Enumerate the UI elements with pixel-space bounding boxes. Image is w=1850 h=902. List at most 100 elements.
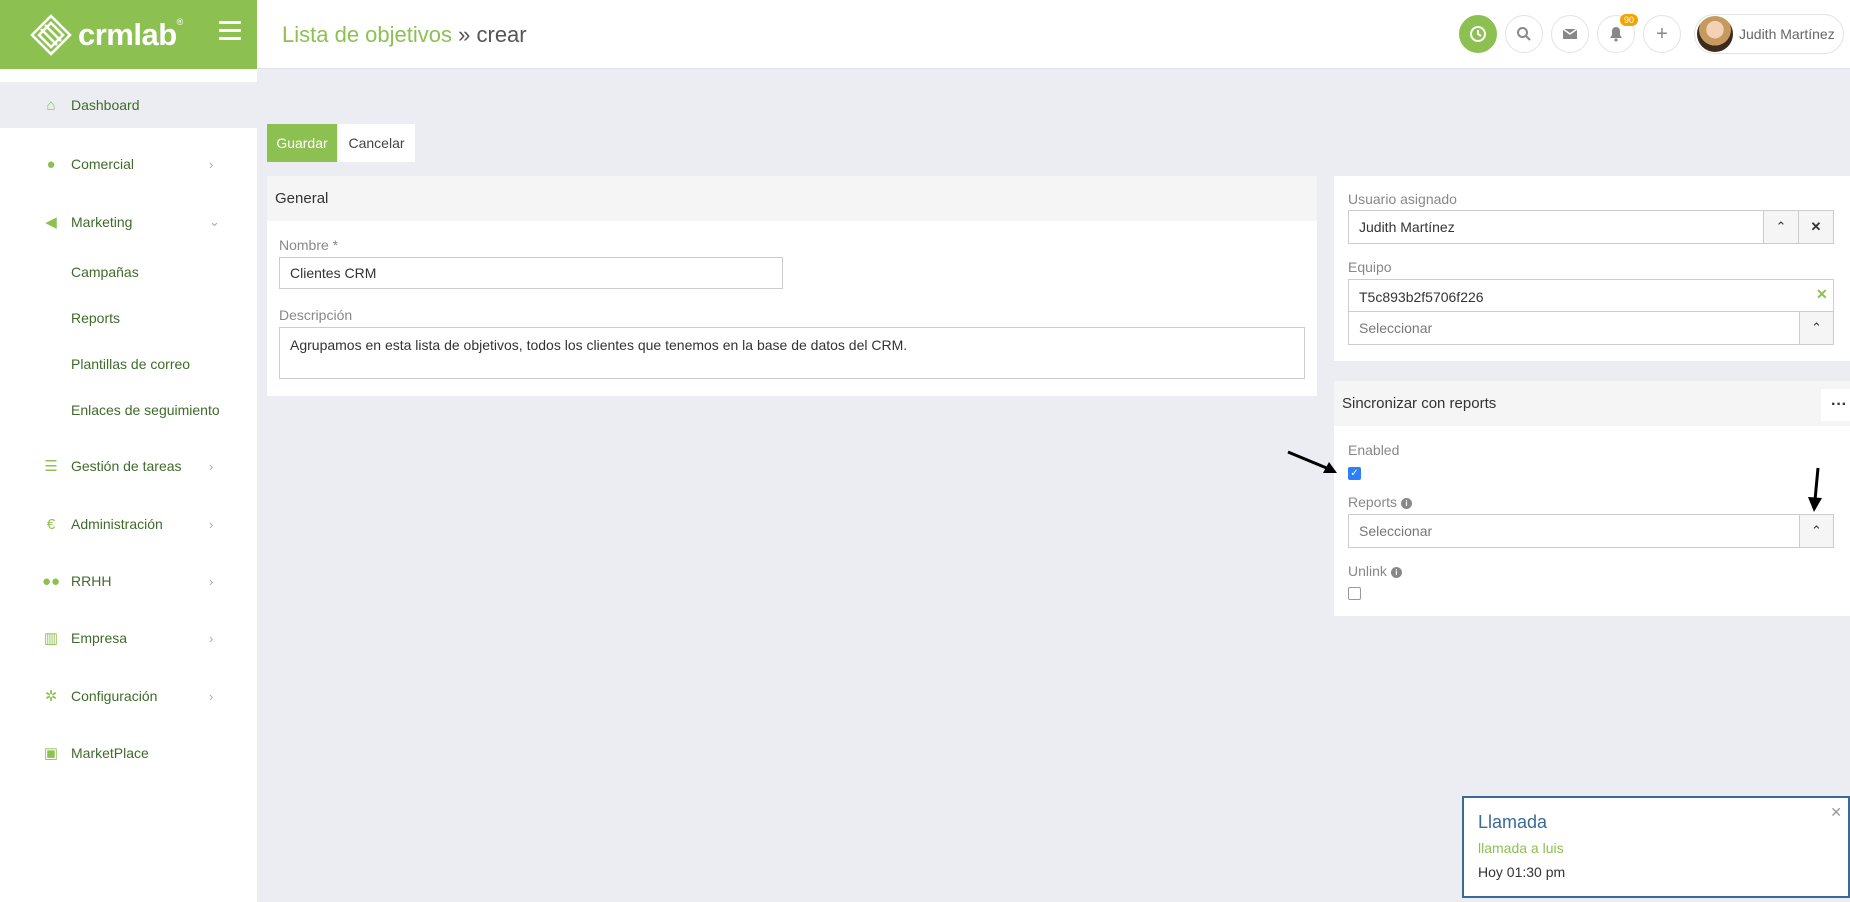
unlink-checkbox[interactable] — [1348, 587, 1361, 600]
assigned-user-toggle-button[interactable]: ⌃ — [1763, 210, 1799, 244]
sidebar-item-label: Empresa — [71, 630, 128, 646]
sidebar-item-marketing[interactable]: ◀ Marketing ⌄ — [0, 199, 257, 245]
sidebar-item-label: RRHH — [71, 573, 112, 589]
remove-team-icon[interactable]: ✕ — [1816, 286, 1828, 303]
sidebar-item-label: Configuración — [71, 688, 158, 704]
bag-icon: ▣ — [43, 745, 59, 762]
unlink-label: Unlink i — [1348, 563, 1402, 579]
sidebar-subitem-enlaces[interactable]: Enlaces de seguimiento — [71, 402, 220, 418]
chevron-up-icon: ⌃ — [1775, 219, 1787, 234]
chevron-up-icon: ⌃ — [1811, 320, 1822, 335]
save-button[interactable]: Guardar — [267, 124, 337, 162]
name-label: Nombre * — [279, 237, 339, 253]
enabled-checkbox[interactable]: ✓ — [1348, 467, 1361, 480]
brand-name: crmlab® — [78, 16, 183, 52]
building-icon: ▥ — [43, 630, 59, 647]
sync-panel-title: Sincronizar con reports — [1334, 381, 1850, 426]
breadcrumb-current: crear — [476, 22, 527, 47]
team-select[interactable]: Seleccionar — [1348, 311, 1800, 345]
close-icon[interactable]: ✕ — [1830, 804, 1842, 821]
user-menu[interactable]: Judith Martínez — [1694, 14, 1844, 54]
name-field[interactable]: Clientes CRM — [279, 257, 783, 289]
chevron-right-icon: › — [209, 156, 214, 172]
megaphone-icon: ◀ — [45, 214, 57, 231]
mail-icon — [1562, 28, 1578, 39]
notification-link[interactable]: llamada a luis — [1478, 840, 1564, 856]
sidebar-item-dashboard[interactable]: ⌂ Dashboard — [0, 82, 257, 128]
sidebar-item-label: Marketing — [71, 214, 133, 230]
brand-logo[interactable]: crmlab® — [30, 13, 183, 56]
sidebar-subitem-reports[interactable]: Reports — [71, 310, 120, 326]
chevron-right-icon: › — [209, 573, 214, 589]
clock-icon — [1470, 26, 1486, 42]
sidebar-item-label: Dashboard — [71, 97, 140, 113]
chevron-right-icon: › — [209, 630, 214, 646]
reports-select-toggle-button[interactable]: ⌃ — [1799, 514, 1834, 548]
sidebar-item-label: Gestión de tareas — [71, 458, 182, 474]
description-field[interactable]: Agrupamos en esta lista de objetivos, to… — [279, 327, 1305, 379]
chevron-right-icon: › — [209, 458, 214, 474]
general-panel-title: General — [267, 176, 1317, 221]
bell-icon — [1610, 27, 1622, 42]
sidebar-item-label: Comercial — [71, 156, 135, 172]
plus-icon: + — [1656, 22, 1668, 45]
notification-time: Hoy 01:30 pm — [1478, 864, 1566, 880]
description-label: Descripción — [279, 307, 353, 323]
sidebar-item-label: MarketPlace — [71, 745, 149, 761]
sidebar-item-comercial[interactable]: ● Comercial › — [0, 141, 257, 187]
info-icon: i — [1401, 497, 1413, 509]
team-select-toggle-button[interactable]: ⌃ — [1799, 311, 1834, 345]
users-icon: ●● — [41, 572, 61, 590]
add-button[interactable]: + — [1643, 15, 1681, 53]
sidebar-item-marketplace[interactable]: ▣ MarketPlace — [0, 730, 257, 776]
reports-select[interactable]: Seleccionar — [1348, 514, 1800, 548]
sync-panel: Sincronizar con reports ··· Enabled ✓ Re… — [1334, 381, 1850, 616]
page-title: Lista de objetivos » crear — [282, 22, 527, 48]
chevron-right-icon: › — [209, 516, 214, 532]
enabled-label: Enabled — [1348, 442, 1400, 458]
cancel-button[interactable]: Cancelar — [338, 124, 415, 162]
assigned-user-label: Usuario asignado — [1348, 191, 1457, 207]
user-icon: ● — [46, 155, 56, 173]
close-icon: ✕ — [1810, 219, 1822, 234]
assignment-panel: Usuario asignado Judith Martínez ⌃ ✕ Equ… — [1334, 176, 1850, 361]
annotation-arrow-icon — [1808, 467, 1822, 512]
euro-icon: € — [46, 515, 56, 533]
clock-button[interactable] — [1459, 15, 1497, 53]
reports-label: Reports i — [1348, 494, 1413, 510]
sidebar-item-administracion[interactable]: € Administración › — [0, 501, 257, 547]
notifications-button[interactable]: 90 — [1597, 14, 1638, 53]
info-icon: i — [1390, 566, 1402, 578]
team-label: Equipo — [1348, 259, 1392, 275]
search-icon — [1517, 27, 1531, 41]
sidebar-item-empresa[interactable]: ▥ Empresa › — [0, 615, 257, 661]
assigned-user-clear-button[interactable]: ✕ — [1798, 210, 1834, 244]
breadcrumb-separator: » — [458, 22, 471, 47]
sidebar-item-configuracion[interactable]: ✲ Configuración › — [0, 673, 257, 719]
search-button[interactable] — [1505, 15, 1543, 53]
breadcrumb-list[interactable]: Lista de objetivos — [282, 22, 452, 47]
assigned-user-field[interactable]: Judith Martínez — [1348, 210, 1764, 244]
menu-toggle-icon[interactable] — [219, 21, 241, 40]
home-icon: ⌂ — [46, 96, 56, 114]
chevron-up-icon: ⌃ — [1811, 523, 1822, 538]
brand-logo-icon — [30, 13, 72, 56]
tasks-icon: ☰ — [44, 458, 58, 475]
sidebar: ⌂ Dashboard ● Comercial › ◀ Marketing ⌄ … — [0, 69, 257, 902]
sidebar-subitem-campanas[interactable]: Campañas — [71, 264, 139, 280]
call-notification: Llamada llamada a luis Hoy 01:30 pm ✕ — [1462, 796, 1850, 898]
avatar — [1697, 16, 1733, 52]
mail-button[interactable] — [1551, 15, 1589, 53]
notifications-badge: 90 — [1619, 14, 1638, 26]
chevron-down-icon: ⌄ — [209, 214, 220, 229]
chevron-right-icon: › — [209, 688, 214, 704]
sidebar-subitem-plantillas[interactable]: Plantillas de correo — [71, 356, 190, 372]
team-tag: T5c893b2f5706f226 — [1348, 279, 1834, 313]
sidebar-item-rrhh[interactable]: ●● RRHH › — [0, 558, 257, 604]
sidebar-item-label: Administración — [71, 516, 163, 532]
more-options-icon[interactable]: ··· — [1821, 389, 1850, 421]
top-bar: Lista de objetivos » crear 90 + Judith M… — [257, 0, 1850, 69]
sidebar-item-tareas[interactable]: ☰ Gestión de tareas › — [0, 443, 257, 489]
gear-icon: ✲ — [44, 688, 58, 705]
general-panel: General Nombre * Clientes CRM Descripció… — [267, 176, 1317, 396]
